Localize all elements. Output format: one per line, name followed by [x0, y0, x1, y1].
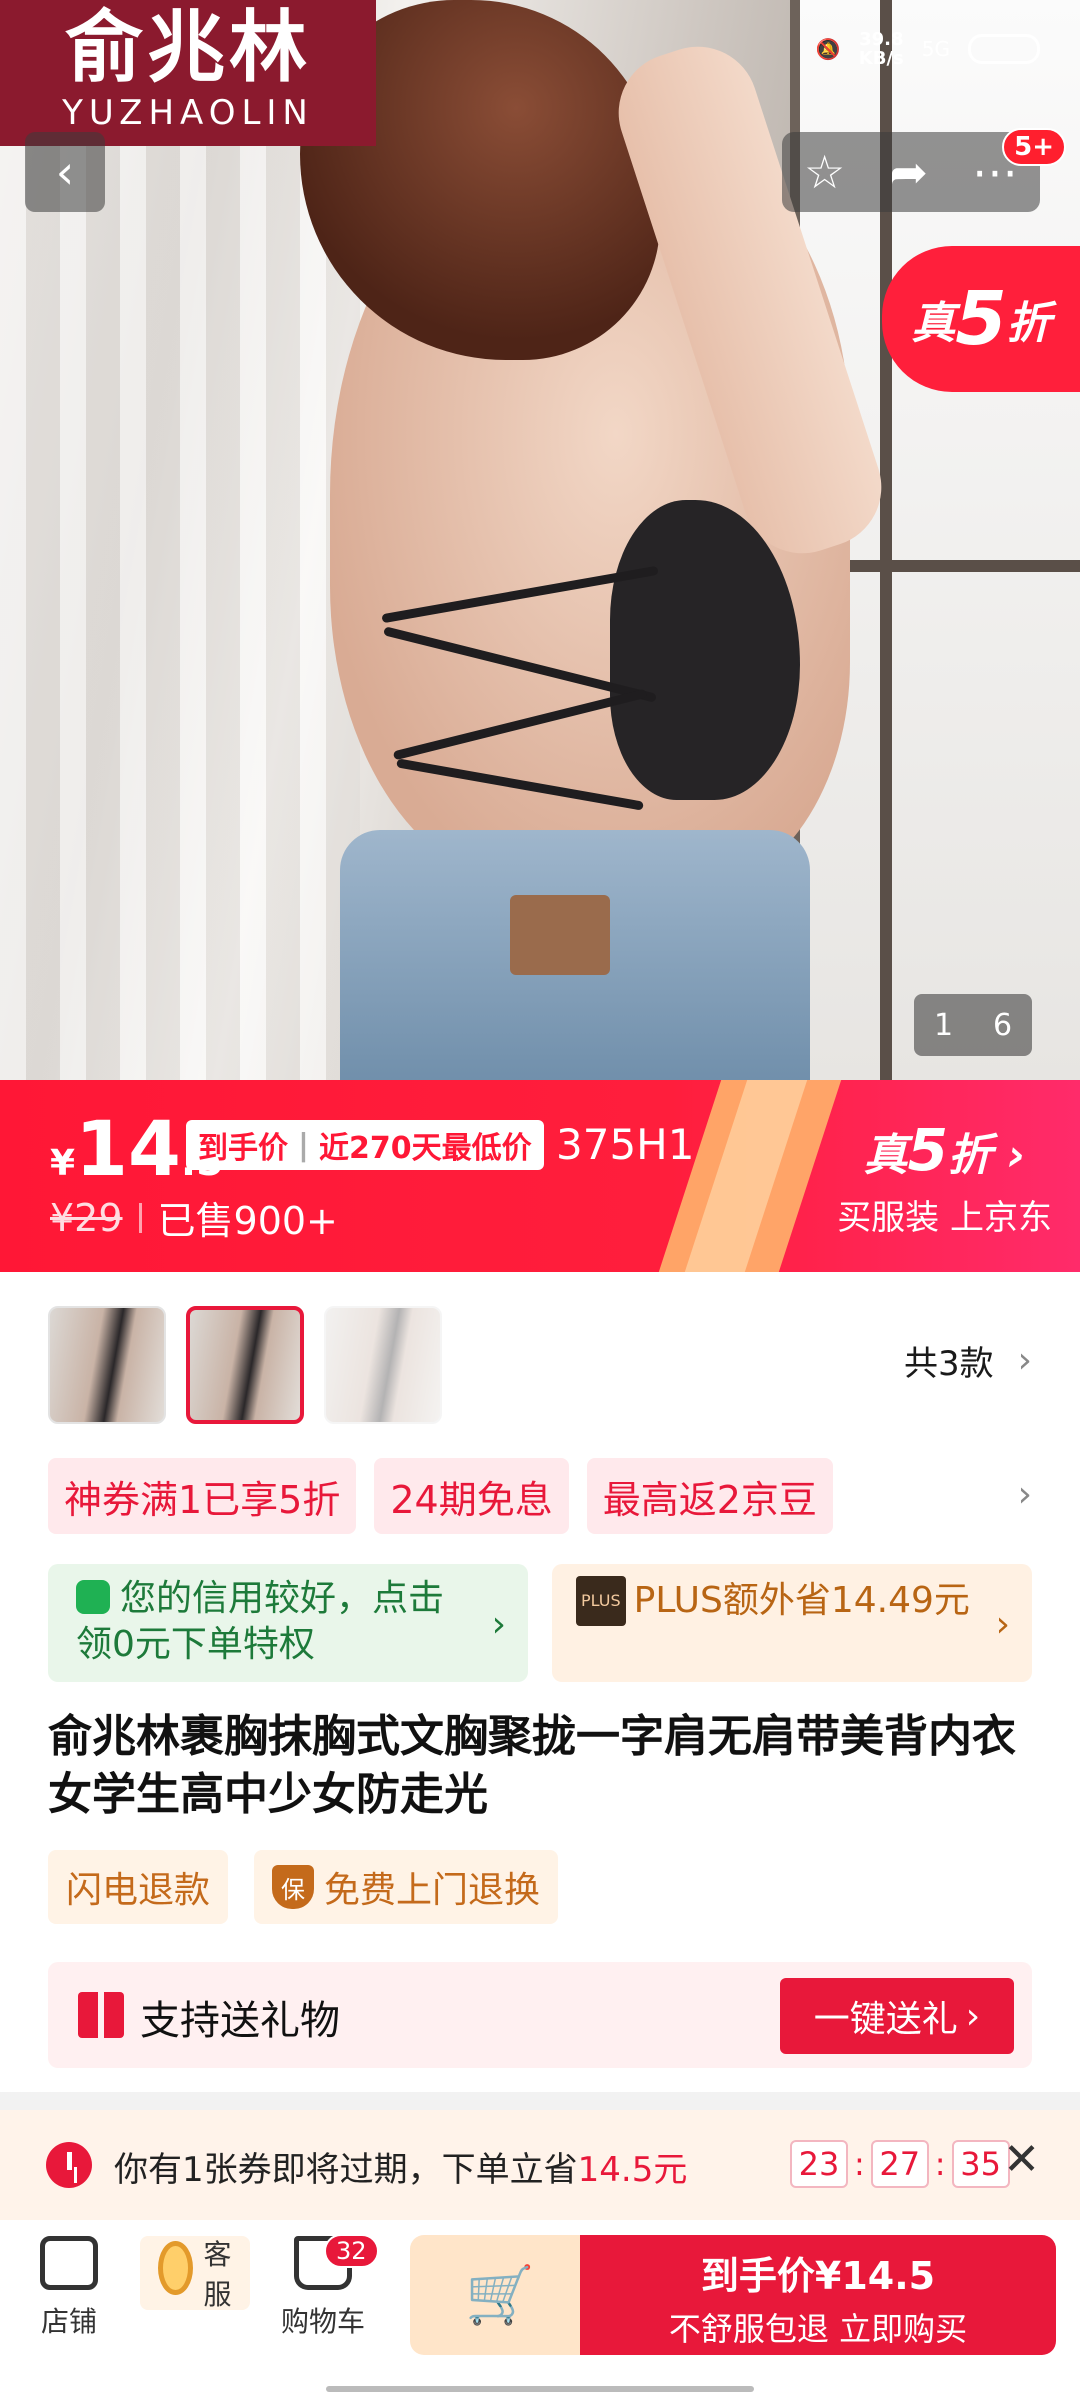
- tab-customer-service[interactable]: 客服: [140, 2236, 250, 2311]
- deal-subtitle: 买服装 上京东: [837, 1198, 1052, 1238]
- original-price: ¥29: [50, 1195, 123, 1240]
- chevron-left-icon: ‹: [55, 145, 75, 199]
- brand-logo: 俞兆林 YUZHAOLIN: [0, 0, 376, 146]
- image-counter: 1 6: [914, 994, 1032, 1056]
- star-outline-icon[interactable]: ☆: [804, 145, 845, 199]
- chevron-right-icon: ›: [491, 1604, 506, 1645]
- buy-now-button[interactable]: 到手价¥14.5 不舒服包退 立即购买: [580, 2235, 1056, 2355]
- brand-logo-cn: 俞兆林: [64, 2, 311, 93]
- chevron-right-icon: ›: [995, 1604, 1010, 1645]
- price-tag: 到手价 | 近270天最低价: [186, 1120, 544, 1170]
- countdown-timer: 23:27:35: [790, 2140, 1010, 2188]
- credit-card[interactable]: 您的信用较好，点击领0元下单特权 ›: [48, 1564, 528, 1682]
- message-badge: 5+: [1002, 128, 1066, 166]
- bottom-action-bar: 店铺 客服 购物车 32 🛒 到手价¥14.5 不舒服包退 立即购买: [0, 2220, 1080, 2400]
- old-price-row: ¥29 已售900+: [50, 1190, 338, 1245]
- home-indicator: [326, 2386, 754, 2392]
- mute-icon: 🔕: [815, 37, 841, 61]
- image-total: 6: [992, 1007, 1013, 1043]
- plus-badge-icon: PLUS: [576, 1576, 626, 1626]
- variant-thumb[interactable]: [324, 1306, 442, 1424]
- clock-icon: [46, 2142, 92, 2188]
- expiry-text: 你有1张券即将过期，下单立省14.5元: [114, 2150, 688, 2190]
- image-index: 1: [933, 1007, 954, 1043]
- deal-entry[interactable]: 真5折 › 买服装 上京东: [837, 1116, 1052, 1239]
- coupon-tag[interactable]: 24期免息: [374, 1458, 569, 1534]
- shop-icon: [40, 2236, 98, 2290]
- plus-card[interactable]: PLUS PLUS额外省14.49元 ›: [552, 1564, 1032, 1682]
- service-tag[interactable]: 保 免费上门退换: [254, 1850, 559, 1924]
- brand-logo-en: YUZHAOLIN: [62, 93, 314, 133]
- cart-count-badge: 32: [324, 2234, 379, 2268]
- coupon-tag[interactable]: 神券满1已享5折: [48, 1458, 357, 1534]
- chevron-right-icon[interactable]: ›: [1018, 1474, 1032, 1515]
- discount-badge: 真 5 折: [882, 246, 1080, 392]
- divider: [0, 2092, 1080, 2110]
- customer-service-icon: [158, 2241, 193, 2295]
- add-to-cart-button[interactable]: 🛒: [410, 2235, 590, 2355]
- chevron-right-icon: ›: [1017, 1340, 1032, 1381]
- close-icon[interactable]: ✕: [1003, 2134, 1040, 2185]
- share-icon[interactable]: ➦: [889, 145, 928, 199]
- battery-icon: [968, 34, 1040, 64]
- service-tags: 闪电退款 保 免费上门退换: [48, 1850, 559, 1924]
- tab-shop[interactable]: 店铺: [14, 2236, 124, 2340]
- variant-count[interactable]: 共3款 ›: [904, 1336, 1032, 1385]
- signal-label: 5G: [921, 37, 950, 61]
- coupon-row: 神券满1已享5折 24期免息 最高返2京豆: [48, 1458, 833, 1534]
- chevron-right-icon: ›: [1007, 1130, 1026, 1181]
- send-gift-button[interactable]: 一键送礼 ›: [780, 1978, 1014, 2054]
- gift-row: 支持送礼物 一键送礼 ›: [48, 1962, 1032, 2068]
- gift-icon: [78, 1992, 124, 2038]
- jeans-tag-graphic: [510, 895, 610, 975]
- add-cart-icon: 🛒: [465, 2263, 535, 2328]
- shopping-bag-icon: [76, 1580, 110, 1614]
- chevron-right-icon: ›: [965, 1995, 981, 2037]
- shield-icon: 保: [272, 1865, 315, 1909]
- variant-thumbnails: [48, 1306, 442, 1424]
- coupon-expiry-banner[interactable]: 你有1张券即将过期，下单立省14.5元 23:27:35 ✕: [0, 2110, 1080, 2220]
- sold-count: 已售900+: [157, 1199, 338, 1243]
- net-speed: 39.8 KB/s: [858, 29, 904, 69]
- service-tag[interactable]: 闪电退款: [48, 1850, 229, 1924]
- coupon-tag[interactable]: 最高返2京豆: [586, 1458, 833, 1534]
- variant-thumb[interactable]: [48, 1306, 166, 1424]
- variant-thumb[interactable]: [186, 1306, 304, 1424]
- gift-label: 支持送礼物: [140, 1998, 340, 2044]
- back-button[interactable]: ‹: [25, 132, 105, 212]
- sku-fragment: 375H1: [556, 1120, 695, 1169]
- status-bar: 🔕 39.8 KB/s 5G: [816, 30, 1040, 68]
- price-bar: ¥ 14 .5 375H1 到手价 | 近270天最低价 ¥29 已售900+ …: [0, 1080, 1080, 1272]
- product-title: 俞兆林裹胸抹胸式文胸聚拢一字肩无肩带美背内衣女学生高中少女防走光: [48, 1711, 1016, 1820]
